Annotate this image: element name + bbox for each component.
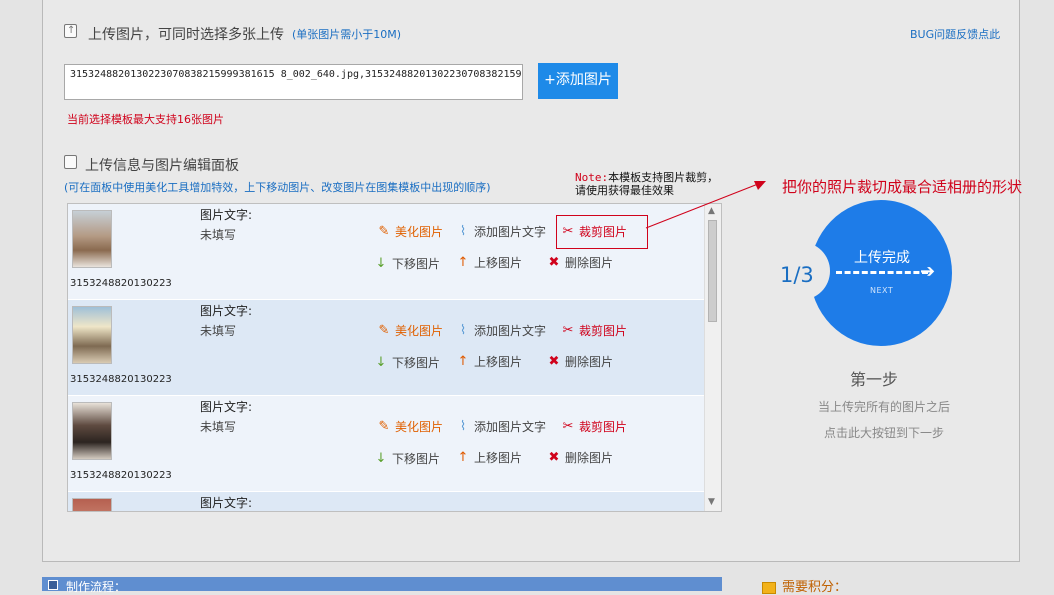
upload-arrow-icon: ↑ <box>67 25 76 36</box>
image-filename: 3153248820130223 <box>70 374 172 385</box>
arrow-right-icon: ➔ <box>920 261 936 282</box>
list-scrollbar[interactable]: ▲ ▼ <box>704 204 721 511</box>
image-text-label: 图片文字: <box>200 304 253 318</box>
crop-highlight-box <box>556 215 648 249</box>
delete-button[interactable]: ✖ 删除图片 <box>546 353 613 370</box>
list-item: 图片文字: <box>68 492 705 511</box>
list-item: 3153248820130223 图片文字: 未填写 ✎ 美化图片 ⌇ 添加图片文字… <box>68 300 705 395</box>
size-hint: (单张图片需小于10M) <box>292 28 402 41</box>
delete-button[interactable]: ✖ 删除图片 <box>546 449 613 466</box>
arrow-down-icon: ↓ <box>375 450 387 466</box>
step-hint-line1: 当上传完所有的图片之后 <box>818 400 951 414</box>
step-hint-line2: 点击此大按钮到下一步 <box>824 426 945 440</box>
image-text-label: 图片文字: <box>200 496 253 510</box>
image-text-label: 图片文字: <box>200 400 253 414</box>
move-up-button[interactable]: ↑ 上移图片 <box>455 449 522 466</box>
move-down-button[interactable]: ↓ 下移图片 <box>373 255 440 272</box>
arrow-up-icon: ↑ <box>457 254 469 270</box>
image-text-value[interactable]: 未填写 <box>200 322 236 339</box>
move-down-button[interactable]: ↓ 下移图片 <box>373 354 440 371</box>
image-list: 3153248820130223 图片文字: 未填写 ✎ 美化图片 ⌇ 添加图片文字… <box>67 203 722 512</box>
add-text-button[interactable]: ⌇ 添加图片文字 <box>455 223 546 240</box>
callout-arrow <box>645 181 766 229</box>
arrow-up-icon: ↑ <box>457 449 469 465</box>
move-up-button[interactable]: ↑ 上移图片 <box>455 353 522 370</box>
image-thumbnail[interactable] <box>72 306 112 364</box>
image-text-value[interactable]: 未填写 <box>200 418 236 435</box>
points-label: 需要积分： <box>762 576 847 595</box>
x-icon: ✖ <box>548 254 560 270</box>
document-icon <box>64 155 77 169</box>
bug-feedback-link[interactable]: BUG问题反馈点此 <box>910 26 1000 42</box>
arrow-down-icon: ↓ <box>375 354 387 370</box>
add-text-button[interactable]: ⌇ 添加图片文字 <box>455 322 546 339</box>
arrow-down-icon: ↓ <box>375 255 387 271</box>
arrow-up-icon: ↑ <box>457 353 469 369</box>
image-thumbnail[interactable] <box>72 402 112 460</box>
scroll-down-icon[interactable]: ▼ <box>708 497 715 507</box>
image-filename: 3153248820130223 <box>70 470 172 481</box>
image-thumbnail[interactable] <box>72 498 112 511</box>
dashed-line <box>836 271 928 274</box>
step-fraction: 1/3 <box>780 263 814 287</box>
crop-button[interactable]: ✂ 裁剪图片 <box>560 322 627 339</box>
delete-button[interactable]: ✖ 删除图片 <box>546 254 613 271</box>
upload-title: 上传图片，可同时选择多张上传 <box>88 27 284 43</box>
crop-button[interactable]: ✂ 裁剪图片 <box>560 418 627 435</box>
step-title: 第一步 <box>850 370 899 389</box>
editor-title: 上传信息与图片编辑面板 <box>85 158 239 174</box>
image-filename: 3153248820130223 <box>70 278 172 289</box>
list-item: 3153248820130223 图片文字: 未填写 ✎ 美化图片 ⌇ 添加图片文字… <box>68 396 705 491</box>
add-text-button[interactable]: ⌇ 添加图片文字 <box>455 418 546 435</box>
process-label: 制作流程： <box>66 580 127 594</box>
crop-callout-text: 把你的照片裁切成最合适相册的形状 <box>782 178 1023 196</box>
pencil-icon: ✎ <box>378 223 390 239</box>
beautify-button[interactable]: ✎ 美化图片 <box>376 322 443 339</box>
file-path-input[interactable]: 3153248820130223070838215999381615 8_002… <box>64 64 523 100</box>
beautify-button[interactable]: ✎ 美化图片 <box>376 223 443 240</box>
upload-complete-label: 上传完成 <box>854 250 910 266</box>
image-text-label: 图片文字: <box>200 208 253 222</box>
paperclip-icon: ⌇ <box>459 322 467 338</box>
beautify-button[interactable]: ✎ 美化图片 <box>376 418 443 435</box>
pencil-icon: ✎ <box>378 322 390 338</box>
editor-hint: (可在面板中使用美化工具增加特效，上下移动图片、改变图片在图集模板中出现的顺序) <box>64 181 491 194</box>
x-icon: ✖ <box>548 353 560 369</box>
scissors-icon: ✂ <box>562 322 574 338</box>
paperclip-icon: ⌇ <box>459 223 467 239</box>
add-image-button[interactable]: +添加图片 <box>538 63 618 99</box>
image-thumbnail[interactable] <box>72 210 112 268</box>
move-down-button[interactable]: ↓ 下移图片 <box>373 450 440 467</box>
template-limit-note: 当前选择模板最大支持16张图片 <box>67 113 224 126</box>
next-label: NEXT <box>870 286 894 295</box>
pencil-icon: ✎ <box>378 418 390 434</box>
move-up-button[interactable]: ↑ 上移图片 <box>455 254 522 271</box>
scrollbar-thumb[interactable] <box>708 220 717 322</box>
coin-icon <box>762 581 776 594</box>
image-text-value[interactable]: 未填写 <box>200 226 236 243</box>
scissors-icon: ✂ <box>562 418 574 434</box>
paperclip-icon: ⌇ <box>459 418 467 434</box>
x-icon: ✖ <box>548 449 560 465</box>
